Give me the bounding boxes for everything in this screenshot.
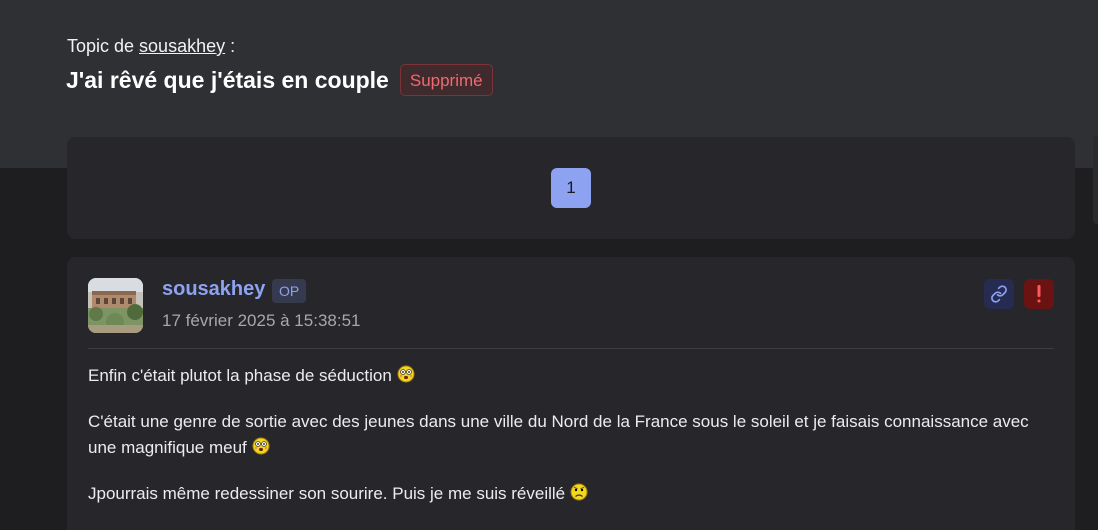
- topic-title: J'ai rêvé que j'étais en couple: [66, 66, 389, 93]
- title-row: J'ai rêvé que j'étais en couple Supprimé: [66, 64, 493, 96]
- topic-author-link[interactable]: sousakhey: [139, 36, 225, 56]
- pagination-card: 1: [67, 137, 1075, 239]
- permalink-button[interactable]: [984, 279, 1014, 309]
- report-button[interactable]: [1024, 279, 1054, 309]
- blushing-smiley-icon: [252, 437, 270, 455]
- post-author-name[interactable]: sousakhey: [162, 278, 265, 301]
- blushing-smiley-icon: [397, 365, 415, 383]
- post-paragraph-text: Jpourrais même redessiner son sourire. P…: [88, 484, 566, 503]
- deleted-status-badge: Supprimé: [399, 64, 493, 96]
- page-button-current[interactable]: 1: [551, 168, 591, 208]
- post-paragraph-text: C'était une genre de sortie avec des jeu…: [88, 412, 1029, 457]
- topic-author-line: Topic de sousakhey :: [67, 36, 235, 57]
- sad-smiley-icon: [570, 483, 588, 501]
- post-card: sousakhey OP 17 février 2025 à 15:38:51 …: [67, 257, 1075, 530]
- topic-page: Topic de sousakhey : J'ai rêvé que j'éta…: [0, 0, 1098, 530]
- post-paragraph: Enfin c'était plutot la phase de séducti…: [88, 363, 1054, 389]
- link-icon: [991, 285, 1007, 303]
- post-paragraph: C'était une genre de sortie avec des jeu…: [88, 409, 1054, 461]
- avatar[interactable]: [88, 278, 143, 333]
- post-body: Enfin c'était plutot la phase de séducti…: [88, 363, 1054, 527]
- op-badge: OP: [272, 279, 307, 303]
- post-date: 17 février 2025 à 15:38:51: [162, 311, 361, 330]
- post-paragraph-text: Enfin c'était plutot la phase de séducti…: [88, 366, 392, 385]
- topic-by-prefix: Topic de: [67, 36, 140, 56]
- exclamation-icon: [1037, 285, 1041, 303]
- post-divider: [88, 348, 1054, 349]
- topic-by-suffix: :: [225, 36, 236, 56]
- sidebar-edge: [1093, 136, 1098, 224]
- post-paragraph: Jpourrais même redessiner son sourire. P…: [88, 481, 1054, 507]
